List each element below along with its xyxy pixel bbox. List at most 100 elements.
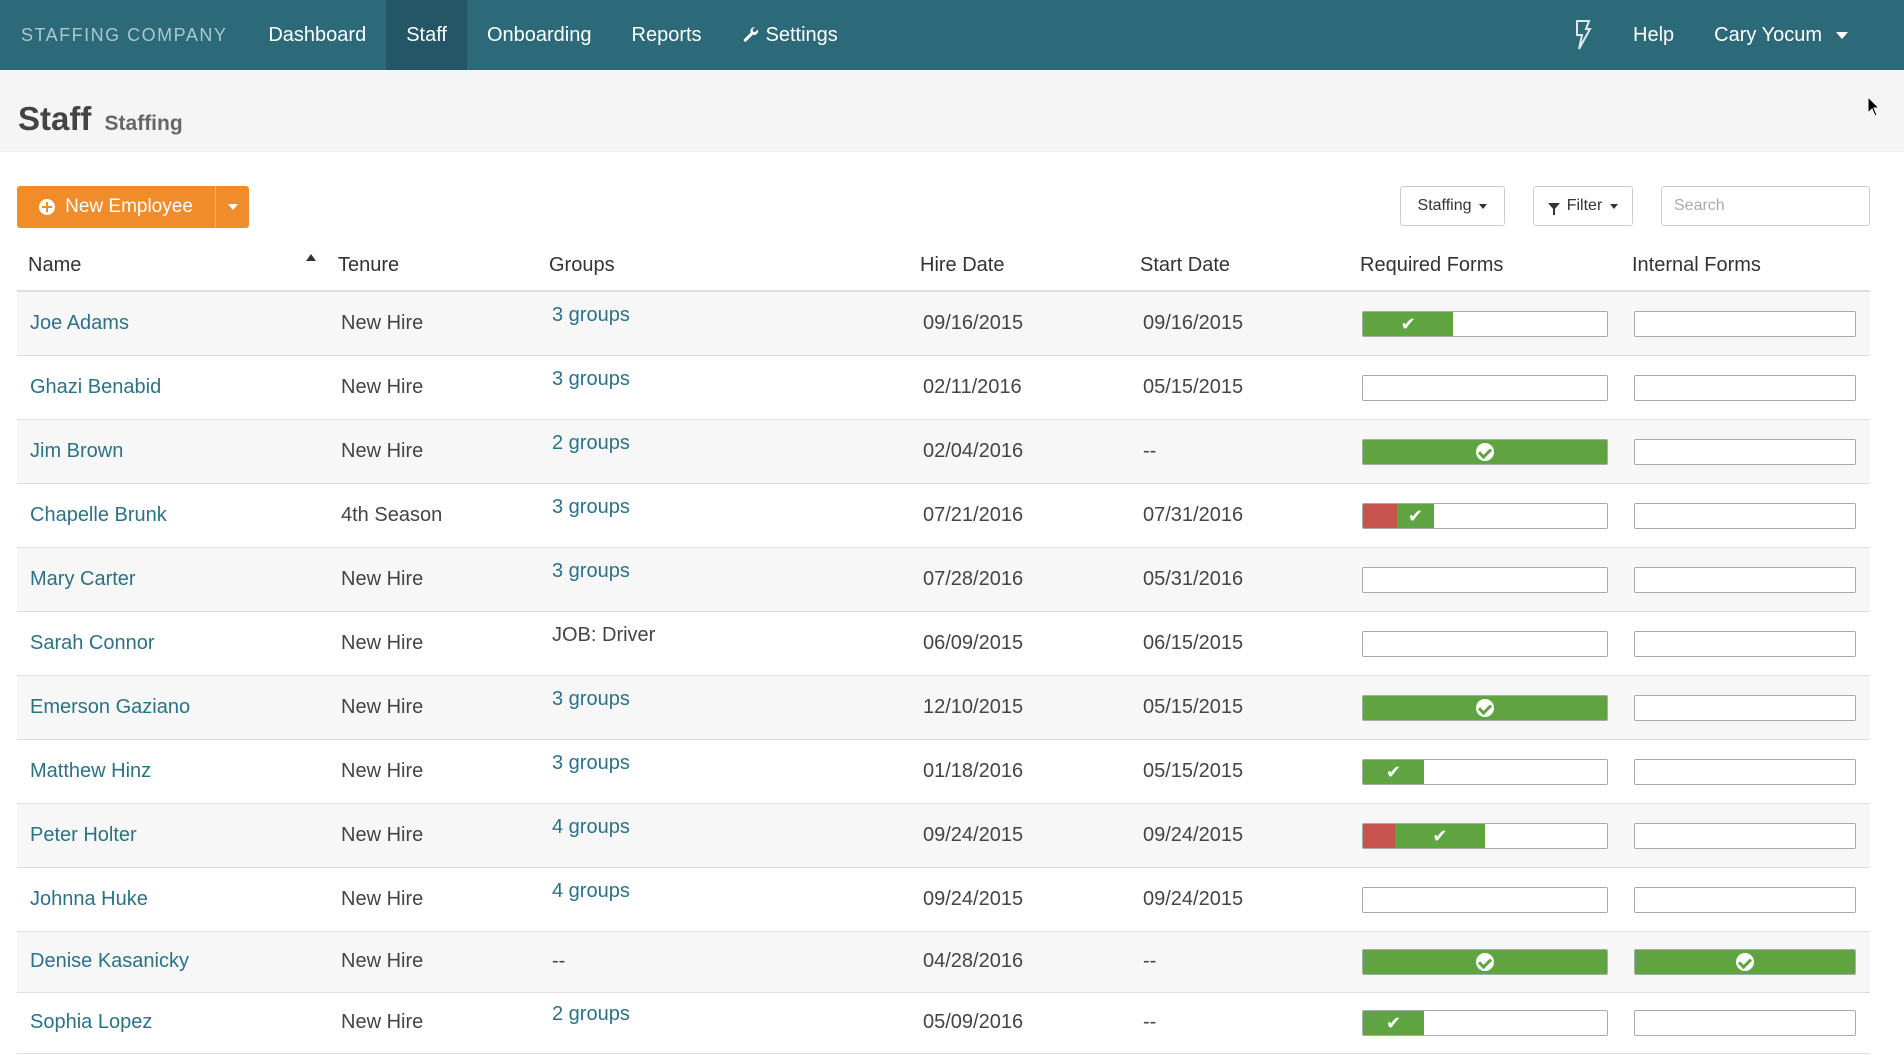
internal-forms-progress[interactable] — [1634, 887, 1856, 913]
page-title-text: Staff — [18, 100, 92, 137]
internal-forms-progress[interactable] — [1634, 503, 1856, 529]
column-header-start-date[interactable]: Start Date — [1140, 254, 1230, 277]
chevron-down-icon — [1610, 203, 1619, 209]
employee-name-link[interactable]: Sophia Lopez — [30, 1011, 152, 1034]
nav-reports[interactable]: Reports — [612, 0, 722, 70]
table-row: Matthew Hinz New Hire 3 groups 01/18/201… — [17, 740, 1870, 804]
employee-name-link[interactable]: Johnna Huke — [30, 888, 148, 911]
required-forms-progress[interactable] — [1362, 439, 1608, 465]
employee-name-link[interactable]: Chapelle Brunk — [30, 504, 167, 527]
table-row: Mary Carter New Hire 3 groups 07/28/2016… — [17, 548, 1870, 612]
employee-name-link[interactable]: Jim Brown — [30, 440, 123, 463]
required-forms-progress[interactable] — [1362, 375, 1608, 401]
table-row: Sophia Lopez New Hire 2 groups 05/09/201… — [17, 993, 1870, 1054]
employee-hire-date: 07/28/2016 — [923, 568, 1024, 590]
employee-name-link[interactable]: Peter Holter — [30, 824, 137, 847]
internal-forms-progress[interactable] — [1634, 375, 1856, 401]
table-row: Ghazi Benabid New Hire 3 groups 02/11/20… — [17, 356, 1870, 420]
employee-name-link[interactable]: Sarah Connor — [30, 632, 155, 655]
brand-mark-icon[interactable] — [1551, 0, 1613, 70]
sort-ascending-icon[interactable] — [306, 254, 316, 261]
employee-hire-date: 01/18/2016 — [923, 760, 1024, 782]
employee-tenure: New Hire — [341, 696, 424, 718]
required-forms-progress[interactable] — [1362, 567, 1608, 593]
internal-forms-progress[interactable] — [1634, 631, 1856, 657]
employee-hire-date: 02/11/2016 — [923, 376, 1022, 398]
search-input[interactable] — [1661, 186, 1870, 226]
employee-groups-link[interactable]: 3 groups — [552, 688, 630, 711]
internal-forms-progress[interactable] — [1634, 823, 1856, 849]
check-icon: ✔ — [1432, 826, 1448, 846]
required-forms-progress[interactable] — [1362, 695, 1608, 721]
employee-name-link[interactable]: Mary Carter — [30, 568, 136, 591]
brand-logo[interactable]: STAFFING COMPANY — [0, 0, 248, 70]
mouse-cursor-icon — [1867, 96, 1881, 117]
check-icon: ✔ — [1385, 762, 1402, 782]
check-icon: ✔ — [1385, 1013, 1402, 1033]
employee-start-date: 05/15/2015 — [1143, 696, 1244, 718]
employee-start-date: 09/16/2015 — [1143, 312, 1244, 334]
employee-groups-link[interactable]: 3 groups — [552, 304, 630, 327]
employee-name-link[interactable]: Joe Adams — [30, 312, 129, 335]
nav-dashboard[interactable]: Dashboard — [248, 0, 386, 70]
nav-staff[interactable]: Staff — [386, 0, 467, 70]
user-menu[interactable]: Cary Yocum — [1694, 0, 1904, 70]
employee-groups-link[interactable]: 3 groups — [552, 752, 630, 775]
filter-dropdown-label: Filter — [1566, 197, 1603, 214]
internal-forms-progress[interactable] — [1634, 439, 1856, 465]
employee-tenure: New Hire — [341, 632, 424, 654]
column-header-required-forms[interactable]: Required Forms — [1360, 254, 1503, 277]
column-header-groups[interactable]: Groups — [549, 254, 615, 277]
column-header-tenure[interactable]: Tenure — [338, 254, 399, 277]
employee-start-date: -- — [1143, 440, 1157, 462]
column-header-internal-forms[interactable]: Internal Forms — [1632, 254, 1761, 277]
required-forms-progress[interactable]: ✔ — [1362, 311, 1608, 337]
staffing-dropdown[interactable]: Staffing — [1400, 186, 1505, 226]
employee-hire-date: 02/04/2016 — [923, 440, 1024, 462]
new-employee-dropdown-toggle[interactable] — [216, 186, 249, 228]
employee-groups-link[interactable]: 4 groups — [552, 880, 630, 903]
employee-name-link[interactable]: Matthew Hinz — [30, 760, 151, 783]
lightning-flag-icon — [1576, 20, 1592, 50]
employee-groups-link[interactable]: 3 groups — [552, 560, 630, 583]
nav-help[interactable]: Help — [1613, 0, 1694, 70]
table-header: Name Tenure Groups Hire Date Start Date … — [17, 246, 1870, 292]
required-forms-progress[interactable]: ✔ — [1362, 503, 1608, 529]
required-forms-progress[interactable] — [1362, 887, 1608, 913]
employee-name-link[interactable]: Ghazi Benabid — [30, 376, 161, 399]
required-forms-progress[interactable]: ✔ — [1362, 1010, 1608, 1036]
internal-forms-progress[interactable] — [1634, 759, 1856, 785]
column-header-hire-date[interactable]: Hire Date — [920, 254, 1004, 277]
table-row: Johnna Huke New Hire 4 groups 09/24/2015… — [17, 868, 1870, 932]
user-name: Cary Yocum — [1714, 24, 1822, 46]
employee-groups-link[interactable]: 4 groups — [552, 816, 630, 839]
required-forms-progress[interactable] — [1362, 949, 1608, 975]
staff-table: Name Tenure Groups Hire Date Start Date … — [17, 246, 1870, 1054]
nav-onboarding[interactable]: Onboarding — [467, 0, 612, 70]
required-forms-progress[interactable]: ✔ — [1362, 759, 1608, 785]
filter-dropdown[interactable]: Filter — [1533, 186, 1633, 226]
internal-forms-progress[interactable] — [1634, 1010, 1856, 1036]
check-circle-icon — [1476, 699, 1494, 717]
employee-tenure: New Hire — [341, 888, 424, 910]
employee-groups: -- — [552, 950, 566, 972]
column-header-name[interactable]: Name — [28, 254, 81, 277]
internal-forms-progress[interactable] — [1634, 949, 1856, 975]
employee-name-link[interactable]: Emerson Gaziano — [30, 696, 190, 719]
employee-hire-date: 09/16/2015 — [923, 312, 1024, 334]
employee-groups-link[interactable]: 2 groups — [552, 432, 630, 455]
employee-groups-link[interactable]: 3 groups — [552, 496, 630, 519]
table-row: Emerson Gaziano New Hire 3 groups 12/10/… — [17, 676, 1870, 740]
employee-name-link[interactable]: Denise Kasanicky — [30, 950, 189, 973]
nav-settings[interactable]: Settings — [722, 0, 858, 70]
internal-forms-progress[interactable] — [1634, 695, 1856, 721]
employee-start-date: -- — [1143, 1011, 1157, 1033]
internal-forms-progress[interactable] — [1634, 311, 1856, 337]
employee-groups-link[interactable]: 3 groups — [552, 368, 630, 391]
required-forms-progress[interactable] — [1362, 631, 1608, 657]
employee-start-date: 05/31/2016 — [1143, 568, 1244, 590]
employee-groups-link[interactable]: 2 groups — [552, 1003, 630, 1026]
internal-forms-progress[interactable] — [1634, 567, 1856, 593]
required-forms-progress[interactable]: ✔ — [1362, 823, 1608, 849]
new-employee-button[interactable]: New Employee — [17, 186, 216, 228]
